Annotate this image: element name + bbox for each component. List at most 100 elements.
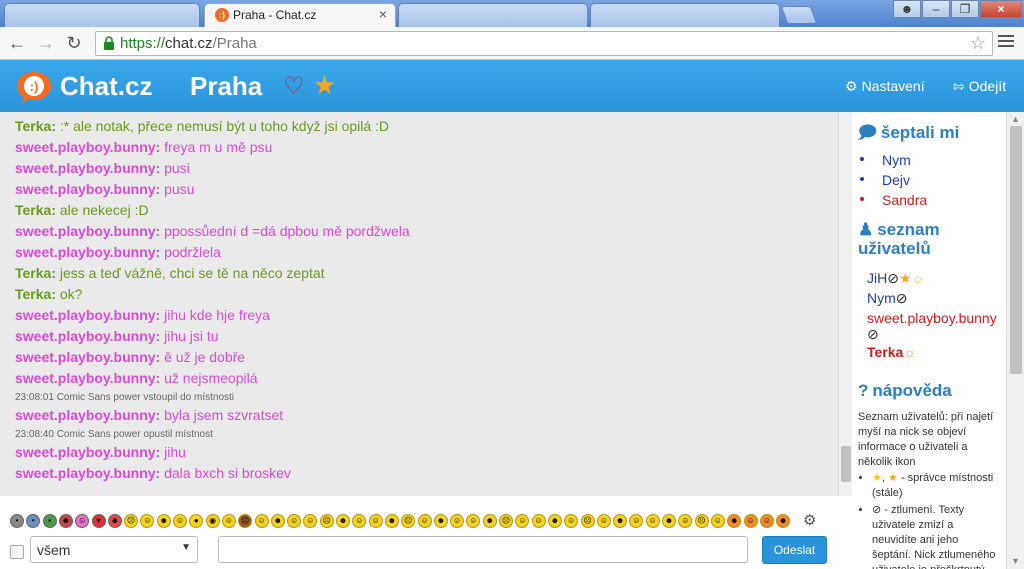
emoji-icon[interactable]: ☺ xyxy=(515,514,530,528)
emoji-settings-gear-icon[interactable]: ⚙ xyxy=(803,511,816,529)
scroll-up-icon[interactable]: ▲ xyxy=(1011,114,1020,124)
emoji-icon[interactable]: ☹ xyxy=(238,514,253,528)
emoji-icon[interactable]: ☻ xyxy=(107,514,122,528)
logout-link[interactable]: ⇰ Odejít xyxy=(953,78,1006,95)
send-button[interactable]: Odeslat xyxy=(762,536,827,564)
emoji-icon[interactable]: ♥ xyxy=(91,514,106,528)
page-scrollbar[interactable]: ▲ ▼ xyxy=(1006,112,1024,569)
emoji-icon[interactable]: ☻ xyxy=(384,514,399,528)
message-nick[interactable]: Terka: xyxy=(15,265,56,281)
emoji-icon[interactable]: ☹ xyxy=(319,514,334,528)
emoji-icon[interactable]: ☹ xyxy=(401,514,416,528)
emoji-icon[interactable]: ☻ xyxy=(58,514,73,528)
message-nick[interactable]: sweet.playboy.bunny: xyxy=(15,407,160,423)
message-nick[interactable]: sweet.playboy.bunny: xyxy=(15,349,160,365)
chat-logo-icon[interactable]: :) xyxy=(15,70,53,104)
emoji-icon[interactable]: ☹ xyxy=(694,514,709,528)
emoji-icon[interactable]: ☺ xyxy=(564,514,579,528)
emoji-icon[interactable]: ☺ xyxy=(743,514,758,528)
message-nick[interactable]: Terka: xyxy=(15,118,56,134)
bookmark-star-icon[interactable]: ☆ xyxy=(970,33,986,54)
message-input[interactable] xyxy=(218,536,748,563)
emoji-icon[interactable]: ☺ xyxy=(759,514,774,528)
emoji-icon[interactable]: ☺ xyxy=(466,514,481,528)
emoji-icon[interactable]: ☺ xyxy=(450,514,465,528)
restore-button[interactable]: ❐ xyxy=(951,0,979,18)
emoji-icon[interactable]: ☺ xyxy=(303,514,318,528)
favorite-star-icon[interactable]: ★ xyxy=(313,72,336,98)
emoji-icon[interactable]: ☺ xyxy=(710,514,725,528)
message-nick[interactable]: Terka: xyxy=(15,286,56,302)
message-nick[interactable]: sweet.playboy.bunny: xyxy=(15,160,160,176)
emoji-icon[interactable]: ☻ xyxy=(482,514,497,528)
forward-arrow-icon[interactable]: → xyxy=(35,32,57,54)
emoji-icon[interactable]: ☺ xyxy=(368,514,383,528)
user-list-item[interactable]: Nym⊘ xyxy=(867,290,908,307)
emoji-icon[interactable]: ☹ xyxy=(499,514,513,528)
emoji-icon[interactable]: ☺ xyxy=(173,514,187,528)
address-bar[interactable]: https://chat.cz/Praha ☆ xyxy=(95,31,993,56)
emoji-icon[interactable]: ☻ xyxy=(270,514,285,528)
sun-icon[interactable]: ☼ xyxy=(903,344,916,360)
emoji-icon[interactable]: ☺ xyxy=(531,514,546,528)
emoji-icon[interactable]: ☺ xyxy=(254,514,269,528)
message-nick[interactable]: Terka: xyxy=(15,202,56,218)
emoji-icon[interactable]: ☺ xyxy=(678,514,693,528)
browser-tab[interactable] xyxy=(590,3,780,27)
emoji-icon[interactable]: • xyxy=(26,514,41,528)
settings-link[interactable]: ⚙ Nastavení xyxy=(845,78,925,95)
emoji-icon[interactable]: ☻ xyxy=(156,514,171,528)
message-nick[interactable]: sweet.playboy.bunny: xyxy=(15,307,160,323)
private-checkbox[interactable] xyxy=(10,545,24,559)
browser-menu-icon[interactable] xyxy=(998,35,1014,49)
message-nick[interactable]: sweet.playboy.bunny: xyxy=(15,181,160,197)
message-nick[interactable]: sweet.playboy.bunny: xyxy=(15,223,160,239)
emoji-icon[interactable]: ☹ xyxy=(124,514,139,528)
tab-close-icon[interactable]: × xyxy=(379,6,387,22)
user-list-item[interactable]: JiH⊘★☼ xyxy=(867,270,924,287)
mute-icon[interactable]: ⊘ xyxy=(887,270,899,286)
message-nick[interactable]: sweet.playboy.bunny: xyxy=(15,244,160,260)
emoji-icon[interactable]: ☻ xyxy=(662,514,676,528)
whisper-user[interactable]: Sandra xyxy=(860,192,927,208)
admin-star-icon[interactable]: ★ xyxy=(899,270,912,286)
message-nick[interactable]: sweet.playboy.bunny: xyxy=(15,444,160,460)
emoji-icon[interactable]: ☺ xyxy=(417,514,432,528)
message-nick[interactable]: sweet.playboy.bunny: xyxy=(15,465,160,481)
user-list-item[interactable]: Terka☼ xyxy=(867,344,916,360)
emoji-icon[interactable]: ☺ xyxy=(352,514,367,528)
new-tab-button[interactable] xyxy=(780,6,818,24)
emoji-icon[interactable]: ☻ xyxy=(613,514,628,528)
browser-tab[interactable] xyxy=(4,3,200,27)
emoji-icon[interactable]: ☻ xyxy=(547,514,562,528)
scroll-down-icon[interactable]: ▼ xyxy=(1011,556,1020,566)
emoji-icon[interactable]: ☺ xyxy=(140,514,155,528)
emoji-icon[interactable]: ☺ xyxy=(596,514,611,528)
whisper-user[interactable]: Nym xyxy=(860,152,911,168)
emoji-icon[interactable]: ☻ xyxy=(776,514,791,528)
chat-scroll-thumb[interactable] xyxy=(841,446,851,482)
emoji-icon[interactable]: ☺ xyxy=(629,514,644,528)
emoji-icon[interactable]: ☻ xyxy=(727,514,742,528)
mute-icon[interactable]: ⊘ xyxy=(867,326,879,342)
recipient-select[interactable]: všem ▼ xyxy=(30,536,198,563)
window-close-button[interactable]: × xyxy=(980,0,1022,18)
message-nick[interactable]: sweet.playboy.bunny: xyxy=(15,328,160,344)
emoji-icon[interactable]: ☺ xyxy=(221,514,236,528)
emoji-icon[interactable]: ● xyxy=(189,514,204,528)
minimize-button[interactable]: – xyxy=(922,0,950,18)
emoji-icon[interactable]: ☺ xyxy=(287,514,302,528)
logo-text[interactable]: Chat.cz xyxy=(60,71,152,102)
emoji-icon[interactable]: ☻ xyxy=(433,514,448,528)
page-scroll-thumb[interactable] xyxy=(1010,126,1022,374)
whisper-user[interactable]: Dejv xyxy=(860,172,910,188)
emoji-icon[interactable]: ▪ xyxy=(42,514,57,528)
back-arrow-icon[interactable]: ← xyxy=(6,32,28,54)
browser-tab-active[interactable]: :) Praha - Chat.cz × xyxy=(204,3,396,27)
emoji-icon[interactable]: ◉ xyxy=(205,514,220,528)
emoji-icon[interactable]: ☹ xyxy=(580,514,595,528)
user-list-item[interactable]: sweet.playboy.bunny ⊘ xyxy=(867,310,997,343)
mute-icon[interactable]: ⊘ xyxy=(896,290,908,306)
message-nick[interactable]: sweet.playboy.bunny: xyxy=(15,370,160,386)
emoji-icon[interactable]: ☺ xyxy=(645,514,660,528)
